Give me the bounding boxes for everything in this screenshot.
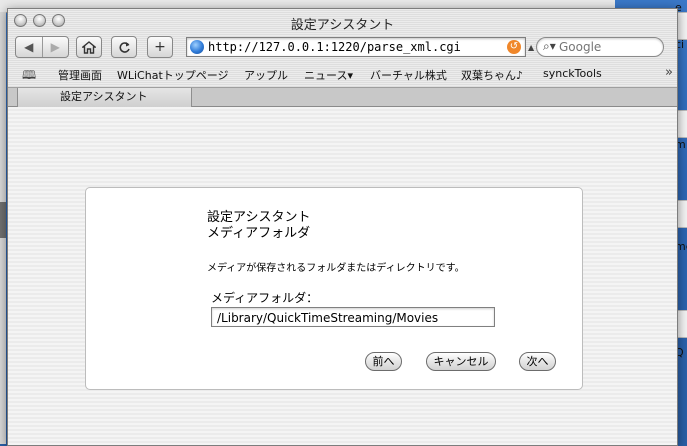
step-description: メディアが保存されるフォルダまたはディレクトリです。 bbox=[207, 263, 465, 274]
cancel-button[interactable]: キャンセル bbox=[426, 352, 496, 371]
page-content: 設定アシスタント メディアフォルダ メディアが保存されるフォルダまたはディレクト… bbox=[8, 107, 677, 445]
bookmark-item[interactable]: ニュース▾ bbox=[304, 67, 353, 83]
globe-icon bbox=[190, 40, 204, 54]
bookmarks-overflow-icon[interactable]: » bbox=[665, 65, 673, 80]
bookmark-item[interactable]: WLiChatトップページ bbox=[117, 67, 229, 83]
bookmark-item[interactable]: アップル bbox=[244, 67, 288, 83]
tab-settings-assistant[interactable]: 設定アシスタント bbox=[17, 88, 192, 107]
window-title: 設定アシスタント bbox=[290, 18, 395, 33]
reload-button[interactable] bbox=[111, 36, 137, 58]
media-folder-label: メディアフォルダ： bbox=[211, 291, 319, 305]
tab-strip: 設定アシスタント bbox=[8, 87, 677, 107]
back-arrow-icon: ◀ bbox=[24, 40, 34, 54]
browser-window: 設定アシスタント ◀ ▶ + http://127.0.0.1:1220/par… bbox=[7, 8, 678, 446]
assistant-panel: 設定アシスタント メディアフォルダ メディアが保存されるフォルダまたはディレクト… bbox=[85, 187, 583, 390]
url-text: http://127.0.0.1:1220/parse_xml.cgi bbox=[208, 40, 461, 54]
title-bar: 設定アシスタント bbox=[8, 9, 677, 33]
window-chrome: 設定アシスタント ◀ ▶ + http://127.0.0.1:1220/par… bbox=[8, 9, 677, 107]
bookmarks-book-icon[interactable]: 🕮 bbox=[22, 66, 36, 87]
forward-arrow-icon: ▶ bbox=[50, 40, 60, 54]
assistant-title: 設定アシスタント bbox=[207, 210, 311, 225]
snapback-icon[interactable]: ↺ bbox=[507, 40, 521, 54]
next-button[interactable]: 次へ bbox=[519, 352, 556, 371]
back-button[interactable]: ◀ bbox=[16, 37, 42, 57]
toolbar-resize-icon[interactable]: ▲ bbox=[528, 43, 534, 52]
plus-icon: + bbox=[154, 39, 166, 55]
prev-button[interactable]: 前へ bbox=[365, 352, 402, 371]
forward-button[interactable]: ▶ bbox=[41, 37, 69, 57]
step-title: メディアフォルダ bbox=[207, 226, 311, 241]
bookmark-item[interactable]: バーチャル株式 bbox=[370, 67, 447, 83]
home-button[interactable] bbox=[76, 36, 102, 58]
search-icon: ⌕▾ bbox=[543, 39, 556, 53]
bookmark-item[interactable]: synckTools bbox=[543, 67, 602, 80]
toolbar: ◀ ▶ + http://127.0.0.1:1220/parse_xml.cg… bbox=[8, 36, 677, 62]
add-bookmark-button[interactable]: + bbox=[147, 36, 173, 58]
address-bar[interactable]: http://127.0.0.1:1220/parse_xml.cgi ↺ bbox=[186, 37, 526, 57]
background-window-edge bbox=[0, 12, 6, 444]
back-forward-control: ◀ ▶ bbox=[15, 36, 69, 58]
google-search-field[interactable]: ⌕▾ bbox=[536, 37, 664, 57]
search-input[interactable] bbox=[559, 39, 655, 54]
house-icon bbox=[82, 40, 96, 54]
bookmarks-bar: 🕮 管理画面 WLiChatトップページ アップル ニュース▾ バーチャル株式 … bbox=[8, 64, 677, 84]
media-folder-input[interactable] bbox=[211, 307, 495, 327]
reload-icon bbox=[118, 41, 130, 53]
bookmark-item[interactable]: 管理画面 bbox=[58, 67, 102, 83]
bookmark-item[interactable]: 双葉ちゃん♪ bbox=[461, 67, 523, 83]
